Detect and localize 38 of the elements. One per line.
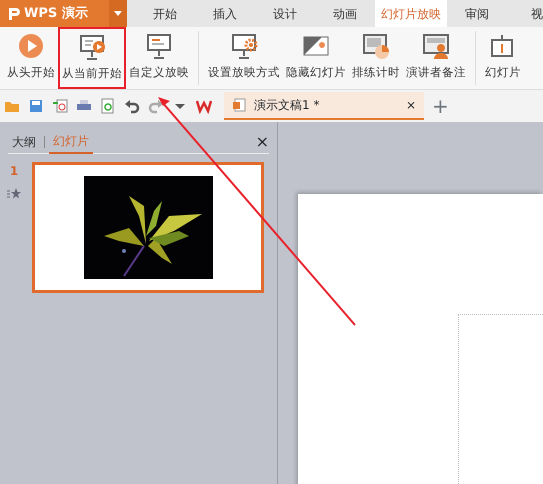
caret-icon[interactable] (109, 0, 127, 27)
presenter-icon (422, 32, 450, 60)
logo-icon (8, 6, 20, 20)
wps-logo-icon[interactable] (196, 98, 212, 114)
ribbon-button[interactable]: 幻灯片 (482, 27, 524, 89)
projector-screen-icon (78, 33, 106, 61)
ribbon-button[interactable]: 自定义放映 (126, 27, 192, 89)
ribbon-tab[interactable]: 视 (507, 0, 543, 27)
projector-gear-icon (230, 32, 258, 60)
ribbon-button[interactable]: 从头开始 (4, 27, 58, 89)
ribbon-button[interactable]: 演讲者备注 (403, 27, 469, 89)
slide-thumbnail[interactable] (32, 162, 264, 293)
panel-tab[interactable]: 大纲 (8, 130, 40, 152)
animation-star-icon (7, 188, 21, 200)
undo-icon[interactable] (124, 98, 140, 114)
projector-screen-icon (145, 32, 173, 60)
ribbon-tab[interactable]: 开始 (135, 0, 195, 27)
preview-icon[interactable] (100, 98, 116, 114)
timer-slide-icon (362, 32, 390, 60)
slide-number: 1 (10, 163, 18, 180)
export-icon[interactable] (52, 98, 68, 114)
ribbon-button[interactable]: 排练计时 (349, 27, 403, 89)
ribbon-button[interactable]: 隐藏幻灯片 (283, 27, 349, 89)
presentation-file-icon (232, 98, 246, 112)
new-tab-button[interactable]: + (432, 91, 449, 121)
close-button[interactable]: × (256, 130, 269, 154)
ribbon-button[interactable]: 从当前开始 (58, 27, 126, 89)
ribbon-tab[interactable]: 设计 (255, 0, 315, 27)
redo-icon[interactable] (148, 98, 164, 114)
ribbon-tab[interactable]: 幻灯片放映 (375, 0, 447, 27)
ribbon-button[interactable]: 设置放映方式 (205, 27, 283, 89)
ribbon-tab[interactable]: 动画 (315, 0, 375, 27)
document-tab[interactable]: 演示文稿1 * × (224, 92, 424, 120)
ribbon-tab[interactable]: 插入 (195, 0, 255, 27)
save-icon[interactable] (28, 98, 44, 114)
play-icon (17, 32, 45, 60)
close-tab-button[interactable]: × (406, 96, 416, 114)
ribbon-tab[interactable]: 审阅 (447, 0, 507, 27)
